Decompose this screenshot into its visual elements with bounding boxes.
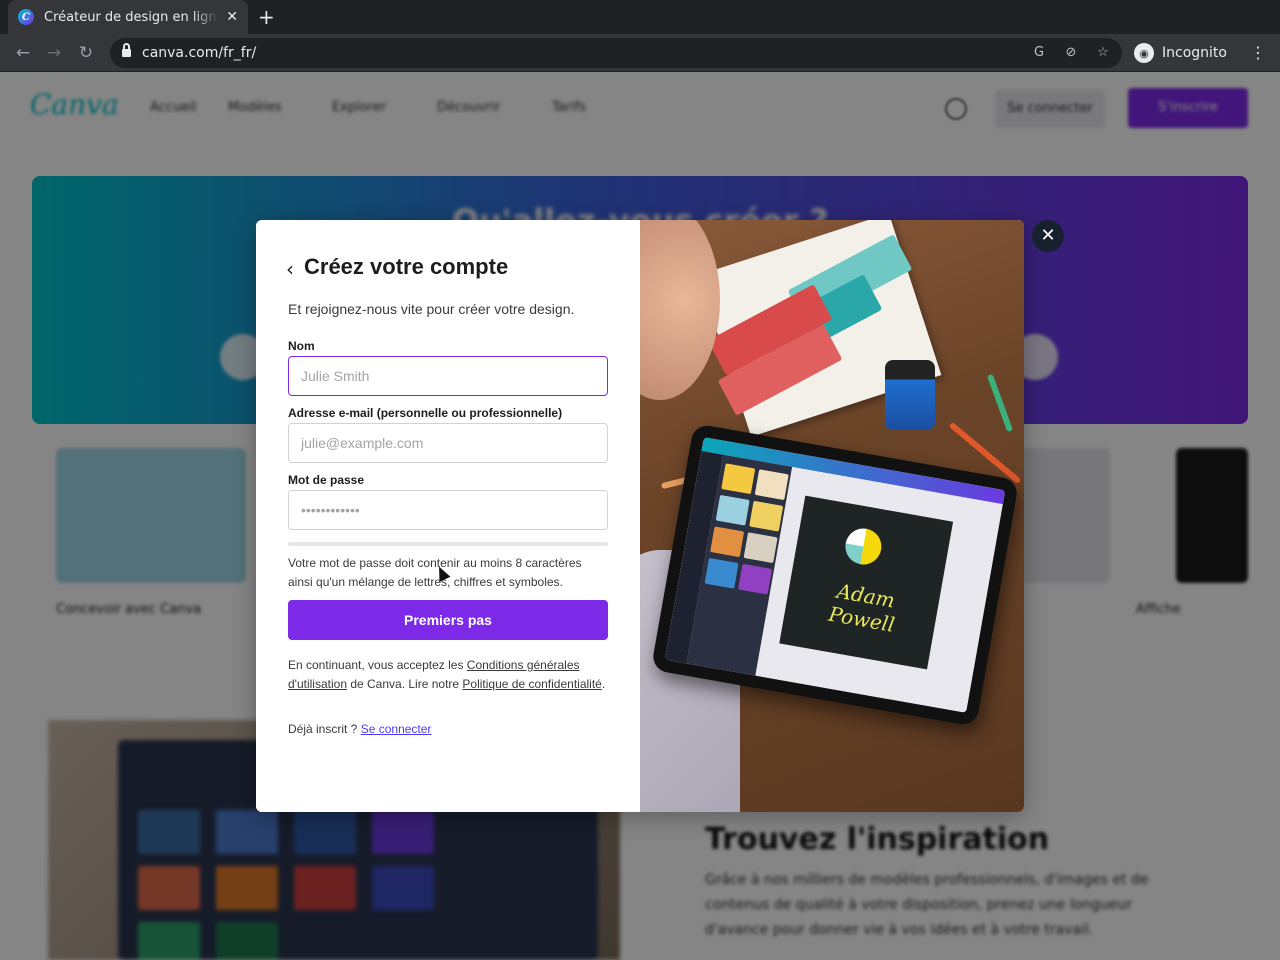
password-label: Mot de passe xyxy=(288,473,365,487)
forward-button[interactable]: → xyxy=(43,42,65,64)
translate-icon[interactable]: G xyxy=(1030,44,1048,62)
address-bar[interactable]: canva.com/fr_fr/ G ⊘ ☆ xyxy=(110,38,1122,68)
tablet-screen: Adam Powell xyxy=(664,437,1006,713)
incognito-indicator[interactable]: ◉ Incognito xyxy=(1130,38,1235,68)
terms-middle: de Canva. Lire notre xyxy=(347,677,463,691)
terms-text: En continuant, vous acceptez les Conditi… xyxy=(288,656,608,694)
terms-prefix: En continuant, vous acceptez les xyxy=(288,658,467,672)
get-started-button[interactable]: Premiers pas xyxy=(288,600,608,640)
browser-toolbar: ← → ↻ canva.com/fr_fr/ G ⊘ ☆ ◉ Incognito… xyxy=(0,34,1280,72)
name-field[interactable] xyxy=(288,356,608,396)
pencil xyxy=(986,373,1014,433)
close-modal-icon[interactable]: ✕ xyxy=(1032,220,1064,252)
browser-menu-icon[interactable]: ⋮ xyxy=(1250,42,1266,64)
reload-button[interactable]: ↻ xyxy=(75,42,97,64)
tab-close-icon[interactable]: ✕ xyxy=(226,9,238,25)
design-logo-icon xyxy=(842,525,885,568)
modal-title: Créez votre compte xyxy=(304,254,509,279)
tracking-blocked-icon[interactable]: ⊘ xyxy=(1062,44,1080,62)
password-field[interactable] xyxy=(288,490,608,530)
password-strength-bar xyxy=(288,542,608,546)
privacy-link[interactable]: Politique de confidentialité xyxy=(462,677,601,691)
modal-subtitle: Et rejoignez-nous vite pour créer votre … xyxy=(288,301,575,317)
new-tab-button[interactable]: + xyxy=(258,6,275,28)
terms-suffix: . xyxy=(601,677,606,691)
email-field[interactable] xyxy=(288,423,608,463)
browser-tab[interactable]: C Créateur de design en ligne ✕ xyxy=(8,0,248,34)
page-viewport: Canva Accueil Modèles Explorer Découvrir… xyxy=(0,72,1280,960)
signin-link[interactable]: Se connecter xyxy=(361,722,432,736)
already-registered: Déjà inscrit ? xyxy=(288,722,361,736)
tablet-design-text: Adam Powell xyxy=(826,578,897,637)
email-label: Adresse e-mail (personnelle ou professio… xyxy=(288,406,563,420)
url-text[interactable]: canva.com/fr_fr/ xyxy=(142,45,256,61)
canva-favicon-icon: C xyxy=(18,9,34,25)
browser-tab-bar: C Créateur de design en ligne ✕ + xyxy=(0,0,1280,34)
incognito-icon: ◉ xyxy=(1134,43,1154,63)
signup-form-panel: ‹ Créez votre compte Et rejoignez-nous v… xyxy=(256,220,640,812)
back-chevron-icon[interactable]: ‹ xyxy=(286,259,298,279)
signin-text: Déjà inscrit ? Se connecter xyxy=(288,722,431,736)
signup-illustration: Adam Powell xyxy=(640,220,1024,812)
tab-title: Créateur de design en ligne xyxy=(44,9,219,25)
person-head xyxy=(640,220,720,400)
lock-icon[interactable] xyxy=(122,43,131,58)
tablet-design-preview: Adam Powell xyxy=(779,495,954,670)
back-button[interactable]: ← xyxy=(12,42,34,64)
ink-bottle xyxy=(885,360,935,430)
bookmark-star-icon[interactable]: ☆ xyxy=(1094,44,1112,62)
signup-modal: ‹ Créez votre compte Et rejoignez-nous v… xyxy=(256,220,1024,812)
name-label: Nom xyxy=(288,339,315,353)
incognito-label: Incognito xyxy=(1162,45,1227,61)
